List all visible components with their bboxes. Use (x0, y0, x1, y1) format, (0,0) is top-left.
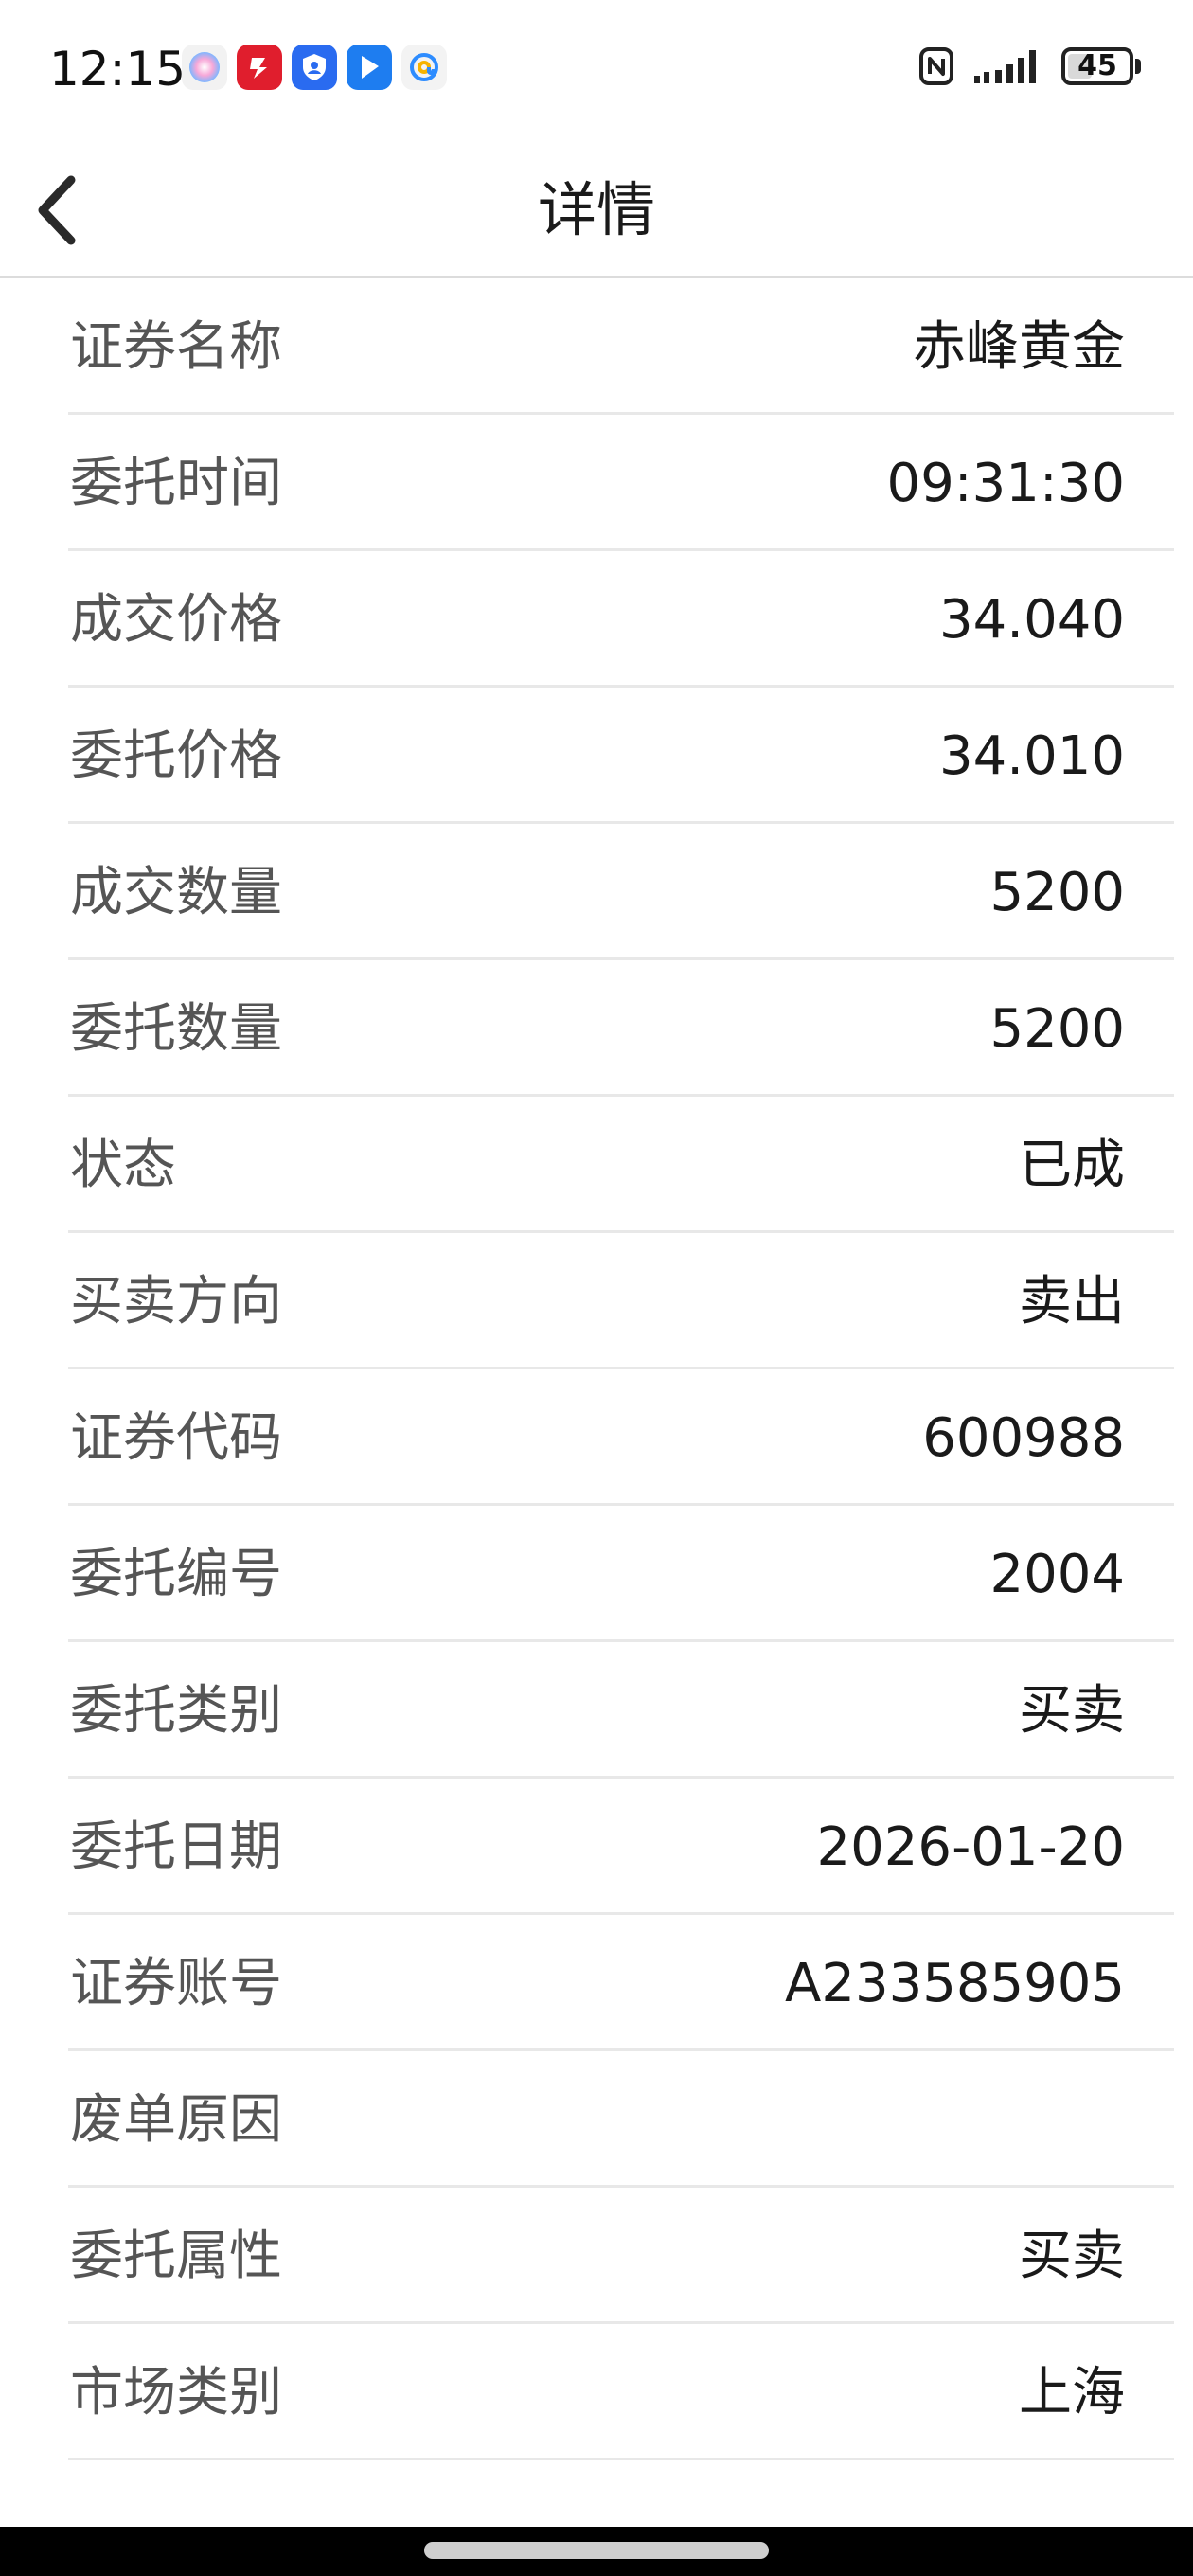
detail-label: 证券账号 (70, 1953, 282, 2014)
detail-row: 委托类别 买卖 (21, 1642, 1174, 1779)
mail-app-icon (401, 45, 447, 90)
status-time: 12:15 (49, 42, 187, 97)
signal-icon (974, 50, 1036, 83)
detail-value: 600988 (922, 1407, 1125, 1469)
battery-level: 45 (1077, 49, 1117, 82)
detail-value: 赤峰黄金 (913, 316, 1125, 378)
detail-label: 证券名称 (70, 316, 282, 378)
detail-row: 成交价格 34.040 (21, 551, 1174, 688)
detail-label: 委托日期 (70, 1816, 282, 1878)
detail-row: 委托时间 09:31:30 (21, 415, 1174, 551)
detail-value: 34.040 (939, 589, 1125, 651)
detail-value: 34.010 (939, 725, 1125, 787)
detail-label: 委托时间 (70, 453, 282, 514)
detail-row: 成交数量 5200 (21, 824, 1174, 960)
screen: 12:15 45 详情 证券名称 赤峰黄金 委托时间 09:31:30 成交价格… (0, 0, 1193, 2576)
nfc-icon (919, 47, 953, 85)
detail-value: 卖出 (1019, 1271, 1125, 1333)
detail-label: 委托属性 (70, 2226, 282, 2287)
header: 详情 (0, 142, 1193, 278)
detail-label: 委托编号 (70, 1544, 282, 1605)
detail-row: 证券名称 赤峰黄金 (21, 278, 1174, 415)
detail-label: 委托数量 (70, 998, 282, 1060)
detail-value: 2004 (989, 1544, 1125, 1605)
detail-row: 证券代码 600988 (21, 1369, 1174, 1506)
notification-icons (182, 45, 447, 90)
detail-label: 市场类别 (70, 2362, 282, 2424)
detail-label: 成交价格 (70, 589, 282, 651)
detail-row: 买卖方向 卖出 (21, 1233, 1174, 1369)
detail-label: 废单原因 (70, 2089, 282, 2151)
navigation-bar (0, 2527, 1193, 2576)
status-bar: 12:15 45 (0, 0, 1193, 142)
flag-app-icon (347, 45, 392, 90)
detail-label: 成交数量 (70, 862, 282, 923)
detail-label: 委托价格 (70, 725, 282, 787)
detail-value: 5200 (989, 998, 1125, 1060)
detail-label: 状态 (70, 1135, 176, 1196)
detail-row: 委托价格 34.010 (21, 688, 1174, 824)
detail-row: 委托编号 2004 (21, 1506, 1174, 1642)
detail-row: 证券账号 A233585905 (21, 1915, 1174, 2051)
detail-value: 2026-01-20 (816, 1816, 1125, 1878)
securities-app-icon (237, 45, 282, 90)
detail-row: 市场类别 上海 (21, 2324, 1174, 2460)
system-icons: 45 (917, 45, 1141, 87)
siri-icon (182, 45, 227, 90)
home-indicator[interactable] (424, 2542, 769, 2559)
detail-value: 买卖 (1019, 2226, 1125, 2287)
detail-value: 5200 (989, 862, 1125, 923)
detail-label: 买卖方向 (70, 1271, 282, 1333)
detail-row: 状态 已成 (21, 1097, 1174, 1233)
detail-label: 委托类别 (70, 1680, 282, 1742)
detail-value: 已成 (1019, 1135, 1125, 1196)
detail-row: 委托数量 5200 (21, 960, 1174, 1097)
detail-row: 委托属性 买卖 (21, 2188, 1174, 2324)
detail-value: 09:31:30 (886, 453, 1125, 514)
detail-label: 证券代码 (70, 1407, 282, 1469)
detail-row: 委托日期 2026-01-20 (21, 1779, 1174, 1915)
battery-tip (1135, 59, 1141, 74)
detail-row: 废单原因 (21, 2051, 1174, 2188)
detail-value: A233585905 (785, 1953, 1125, 2014)
detail-value: 买卖 (1019, 1680, 1125, 1742)
detail-list: 证券名称 赤峰黄金委托时间 09:31:30 成交价格 34.040 委托价格 34.010… (0, 278, 1193, 2460)
battery-icon: 45 (1061, 47, 1133, 85)
page-title: 详情 (537, 175, 655, 244)
detail-value: 上海 (1019, 2362, 1125, 2424)
shield-app-icon (292, 45, 337, 90)
